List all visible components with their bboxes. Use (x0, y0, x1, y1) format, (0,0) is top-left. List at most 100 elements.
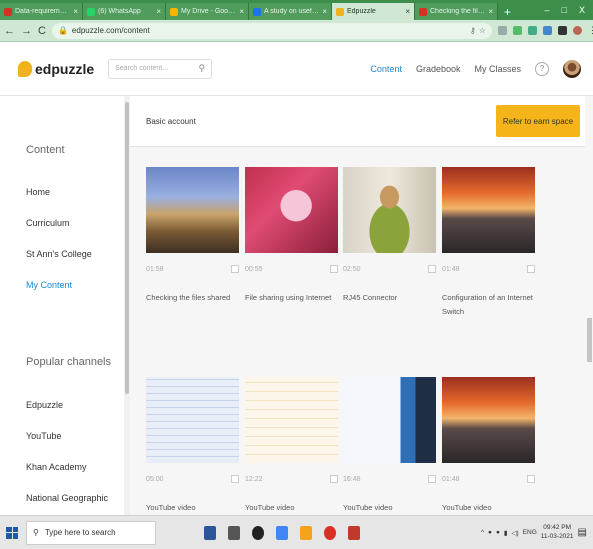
obs-icon[interactable] (252, 525, 264, 540)
select-checkbox[interactable] (330, 265, 338, 273)
windows-start-icon[interactable] (6, 526, 18, 539)
video-card[interactable]: 00:55 File sharing using Internet (245, 167, 338, 305)
check-extension-icon[interactable] (527, 26, 537, 35)
extension-icon[interactable] (512, 26, 522, 35)
video-card[interactable]: 01:58 Checking the files shared (146, 167, 239, 305)
video-thumbnail[interactable] (146, 377, 239, 463)
tray-chevron-icon[interactable]: ^ (481, 529, 484, 536)
url-input[interactable]: 🔒 edpuzzle.com/content ⚷ ☆ (51, 22, 492, 39)
nav-gradebook[interactable]: Gradebook (416, 64, 461, 74)
reload-icon[interactable]: C (38, 25, 46, 37)
sidebar-item-home[interactable]: Home (26, 187, 50, 197)
edpuzzle-logo[interactable]: edpuzzle (18, 60, 95, 77)
channel-national-geographic[interactable]: National Geographic (26, 493, 108, 503)
battery-icon[interactable]: ▮ (504, 529, 508, 537)
video-thumbnail[interactable] (245, 167, 338, 253)
sidebar-scrollbar-thumb[interactable] (125, 102, 129, 394)
video-title[interactable]: YouTube video (343, 501, 436, 515)
close-window-button[interactable]: X (579, 5, 585, 15)
video-title[interactable]: RJ45 Connector (343, 291, 436, 305)
taskbar-search-input[interactable]: ⚲ Type here to search (26, 520, 156, 545)
video-title[interactable]: Configuration of an Internet Switch (442, 291, 535, 320)
sidebar-channels-heading: Popular channels (26, 356, 112, 368)
back-arrow-icon[interactable]: ← (4, 25, 15, 37)
video-title[interactable]: File sharing using Internet (245, 291, 338, 305)
video-title[interactable]: YouTube video (245, 501, 338, 515)
video-thumbnail[interactable] (442, 377, 535, 463)
store-icon[interactable] (204, 525, 216, 540)
nav-my-classes[interactable]: My Classes (474, 64, 521, 74)
select-checkbox[interactable] (527, 265, 535, 273)
sidebar-item-my-content[interactable]: My Content (26, 280, 72, 290)
puzzle-icon[interactable] (557, 26, 567, 35)
language-indicator[interactable]: ENG (523, 529, 537, 536)
channel-khan-academy[interactable]: Khan Academy (26, 462, 87, 472)
maximize-button[interactable]: □ (562, 5, 567, 15)
video-card[interactable]: 02:50 RJ45 Connector (343, 167, 436, 305)
select-checkbox[interactable] (330, 475, 338, 483)
tab-close-icon[interactable]: × (405, 7, 410, 16)
tray-app-icon[interactable]: ● (488, 529, 492, 536)
video-title[interactable]: YouTube video (442, 501, 535, 515)
refer-to-earn-button[interactable]: Refer to earn space (496, 105, 580, 137)
video-thumbnail[interactable] (343, 167, 436, 253)
tray-app-icon[interactable]: ● (496, 529, 500, 536)
tab-close-icon[interactable]: × (322, 7, 327, 16)
minimize-button[interactable]: – (545, 5, 550, 15)
nav-content[interactable]: Content (370, 64, 402, 74)
extension-icon[interactable] (542, 26, 552, 35)
video-card[interactable]: 01:48 Configuration of an Internet Switch (442, 167, 535, 320)
pdf-icon[interactable] (348, 525, 360, 540)
sidebar-item-curriculum[interactable]: Curriculum (26, 218, 70, 228)
video-thumbnail[interactable] (343, 377, 436, 463)
volume-icon[interactable]: ◁) (512, 529, 519, 537)
main-scrollbar-thumb[interactable] (587, 318, 592, 362)
tab-close-icon[interactable]: × (156, 7, 161, 16)
browser-tab[interactable]: (6) WhatsApp × (83, 3, 166, 20)
select-checkbox[interactable] (428, 475, 436, 483)
video-card[interactable]: 16:48 YouTube video (343, 377, 436, 515)
profile-avatar[interactable] (572, 26, 582, 35)
browser-tab[interactable]: Checking the files sha× (415, 3, 498, 20)
sidebar-item-st-anns-college[interactable]: St Ann's College (26, 249, 92, 259)
key-icon[interactable]: ⚷ (470, 26, 476, 35)
tab-title: Data-requirement-Wo (15, 8, 70, 15)
video-thumbnail[interactable] (146, 167, 239, 253)
browser-tab[interactable]: My Drive - Google Dri× (166, 3, 249, 20)
select-checkbox[interactable] (231, 475, 239, 483)
select-checkbox[interactable] (231, 265, 239, 273)
help-icon[interactable]: ? (535, 61, 549, 76)
tab-close-icon[interactable]: × (239, 7, 244, 16)
browser-tab[interactable]: Edpuzzle × (332, 3, 415, 20)
bookmark-star-icon[interactable]: ☆ (479, 26, 486, 35)
video-thumbnail[interactable] (245, 377, 338, 463)
select-checkbox[interactable] (428, 265, 436, 273)
menu-dots-icon[interactable]: ⋮ (588, 25, 593, 36)
user-avatar[interactable] (563, 59, 581, 78)
tab-close-icon[interactable]: × (73, 7, 78, 16)
extension-icon[interactable] (497, 26, 507, 35)
search-input[interactable]: Search content... ⚲ (108, 58, 213, 79)
new-tab-button[interactable]: + (498, 3, 517, 20)
video-title[interactable]: Checking the files shared (146, 291, 239, 305)
notifications-icon[interactable]: ▤ (578, 527, 587, 538)
browser-tab[interactable]: A study on useful tech× (249, 3, 332, 20)
video-thumbnail[interactable] (442, 167, 535, 253)
video-card[interactable]: 01:48 YouTube video (442, 377, 535, 515)
video-title[interactable]: YouTube video (146, 501, 239, 515)
tab-close-icon[interactable]: × (488, 7, 493, 16)
folder-icon[interactable] (300, 525, 312, 540)
channel-youtube[interactable]: YouTube (26, 431, 61, 441)
logo-text: edpuzzle (35, 60, 95, 77)
app-icon[interactable] (276, 525, 288, 540)
channel-edpuzzle[interactable]: Edpuzzle (26, 400, 63, 410)
browser-tab[interactable]: Data-requirement-Wo× (0, 3, 83, 20)
chrome-icon[interactable] (324, 525, 336, 540)
forward-arrow-icon[interactable]: → (21, 25, 32, 37)
video-card[interactable]: 05:00 YouTube video (146, 377, 239, 515)
select-checkbox[interactable] (527, 475, 535, 483)
search-icon[interactable]: ⚲ (199, 63, 206, 74)
video-card[interactable]: 12:22 YouTube video (245, 377, 338, 515)
clock[interactable]: 09:42 PM 11-03-2021 (541, 524, 574, 541)
file-explorer-icon[interactable] (228, 525, 240, 540)
